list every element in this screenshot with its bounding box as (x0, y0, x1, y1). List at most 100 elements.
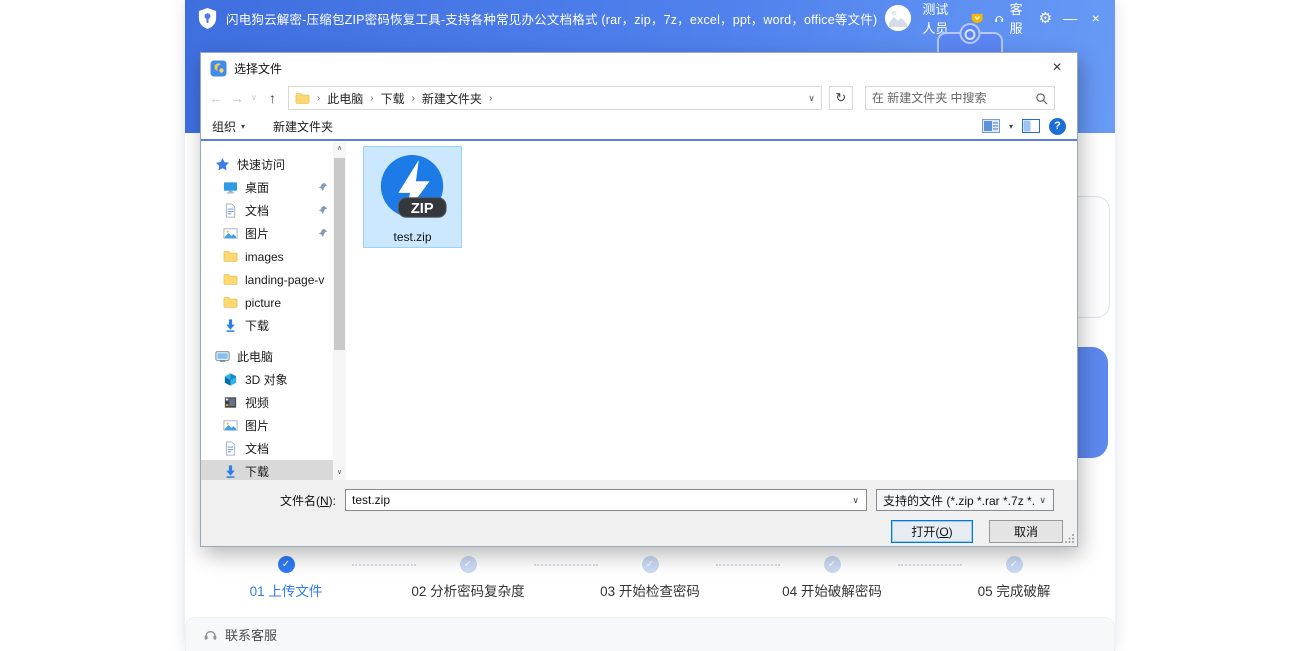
support-button[interactable]: 客服 (994, 0, 1027, 37)
sidebar-item-videos[interactable]: 视频 (201, 391, 333, 414)
filetype-dropdown-chevron-icon: ∨ (1034, 495, 1051, 506)
dialog-app-icon (210, 60, 227, 77)
sidebar-item-3d-objects[interactable]: 3D 对象 (201, 368, 333, 391)
recent-locations-chevron-icon[interactable]: ∨ (251, 94, 257, 102)
help-button[interactable]: ? (1049, 118, 1066, 135)
file-name-label: test.zip (393, 230, 431, 244)
view-dropdown-caret-icon[interactable]: ▾ (1009, 122, 1013, 131)
close-button[interactable]: × (1089, 11, 1103, 25)
step-check-icon: ✓ (278, 556, 295, 573)
scroll-down-icon[interactable]: ∨ (333, 466, 346, 480)
step-check-icon: ✓ (460, 556, 477, 573)
filename-label: 文件名(N): (201, 492, 345, 509)
file-item-test-zip[interactable]: ZIP test.zip (363, 146, 462, 248)
file-list-area[interactable]: ZIP test.zip (346, 142, 1077, 480)
scroll-up-icon[interactable]: ∧ (333, 142, 346, 156)
address-dropdown-chevron-icon[interactable]: ∨ (808, 93, 815, 104)
sidebar-item-pictures[interactable]: 图片 (201, 222, 333, 245)
sidebar-item-images-folder[interactable]: images (201, 245, 333, 268)
step-finish: ✓ 05 完成破解 (923, 556, 1105, 600)
dialog-close-button[interactable]: × (1037, 53, 1077, 83)
filename-dropdown-chevron-icon[interactable]: ∨ (847, 495, 864, 506)
filename-input[interactable] (352, 493, 847, 507)
zip-file-icon: ZIP (376, 152, 450, 228)
scrollbar-thumb[interactable] (334, 158, 345, 350)
sidebar-item-documents[interactable]: 文档 (201, 199, 333, 222)
pin-icon (318, 205, 328, 215)
desktop-icon (223, 180, 238, 195)
address-bar[interactable]: › 此电脑 › 下载 › 新建文件夹 › ∨ (288, 86, 822, 110)
filetype-select[interactable]: 支持的文件 (*.zip *.rar *.7z *.c ∨ (876, 489, 1054, 511)
step-check-icon: ✓ (1006, 556, 1023, 573)
up-arrow-icon[interactable]: ↑ (269, 91, 276, 105)
filetype-value: 支持的文件 (*.zip *.rar *.7z *.c (883, 492, 1034, 509)
sidebar-item-desktop[interactable]: 桌面 (201, 176, 333, 199)
settings-gear-icon[interactable]: ⚙ (1039, 11, 1052, 26)
cancel-button[interactable]: 取消 (989, 520, 1063, 543)
sidebar-item-quick-access[interactable]: 快速访问 (201, 153, 333, 176)
refresh-button[interactable]: ↻ (829, 86, 853, 110)
user-avatar[interactable] (885, 5, 911, 31)
search-icon (1035, 92, 1048, 105)
step-upload-file: ✓ 01 上传文件 (195, 556, 377, 600)
forward-arrow-icon[interactable]: → (230, 91, 244, 105)
picture-icon (223, 226, 238, 241)
step-crack-password: ✓ 04 开始破解密码 (741, 556, 923, 600)
crumb-separator: › (412, 93, 415, 104)
organize-button[interactable]: 组织 ▾ (212, 118, 245, 135)
computer-icon (215, 349, 230, 364)
preview-pane-icon[interactable] (1022, 119, 1040, 133)
dialog-content: 快速访问 桌面 文档 图片 images (201, 142, 1077, 480)
contact-support-label: 联系客服 (225, 625, 277, 644)
pin-icon (318, 182, 328, 192)
star-icon (215, 157, 230, 172)
progress-stepper: ✓ 01 上传文件 ✓ 02 分析密码复杂度 ✓ 03 开始检查密码 ✓ 04 … (195, 556, 1105, 600)
step-check-icon: ✓ (824, 556, 841, 573)
download-arrow-icon (223, 464, 238, 479)
sidebar-item-picture-folder[interactable]: picture (201, 291, 333, 314)
breadcrumb-this-pc[interactable]: 此电脑 (327, 90, 363, 107)
contact-support-bar[interactable]: 联系客服 (185, 617, 1115, 651)
minimize-button[interactable]: — (1063, 11, 1077, 25)
folder-icon (223, 249, 238, 264)
pin-icon (318, 228, 328, 238)
step-check-icon: ✓ (642, 556, 659, 573)
filename-combobox[interactable]: ∨ (345, 489, 867, 511)
download-arrow-icon (223, 318, 238, 333)
search-box[interactable] (865, 86, 1055, 110)
sidebar-scrollbar[interactable]: ∧ ∨ (333, 142, 346, 480)
navigation-pane: 快速访问 桌面 文档 图片 images (201, 142, 333, 480)
sidebar-item-landing-page-folder[interactable]: landing-page-v (201, 268, 333, 291)
sidebar-item-downloads[interactable]: 下载 (201, 314, 333, 337)
headset-icon (203, 627, 218, 642)
open-button[interactable]: 打开(O) (891, 520, 973, 543)
video-icon (223, 395, 238, 410)
crumb-separator: › (317, 93, 320, 104)
support-label: 客服 (1010, 0, 1028, 37)
view-thumbnails-icon[interactable] (982, 119, 1000, 133)
back-arrow-icon[interactable]: ← (209, 91, 223, 105)
dialog-toolbar: 组织 ▾ 新建文件夹 ▾ ? (201, 113, 1077, 141)
refresh-icon: ↻ (835, 90, 846, 106)
file-picker-dialog: 选择文件 × ← → ∨ ↑ › 此电脑 › 下载 › 新建文件夹 › ∨ ↻ (200, 52, 1078, 547)
dialog-bottom-panel: 文件名(N): ∨ 支持的文件 (*.zip *.rar *.7z *.c ∨ … (201, 480, 1077, 546)
sidebar-item-documents-pc[interactable]: 文档 (201, 437, 333, 460)
crumb-separator: › (370, 93, 373, 104)
sidebar-item-pictures-pc[interactable]: 图片 (201, 414, 333, 437)
resize-grip[interactable] (1064, 533, 1075, 544)
breadcrumb-new-folder[interactable]: 新建文件夹 (422, 90, 482, 107)
dialog-titlebar[interactable]: 选择文件 × (201, 53, 1077, 83)
app-title: 闪电狗云解密-压缩包ZIP密码恢复工具-支持各种常见办公文档格式 (rar，zi… (226, 9, 877, 28)
sidebar-item-this-pc[interactable]: 此电脑 (201, 345, 333, 368)
document-icon (223, 203, 238, 218)
folder-icon (295, 92, 310, 105)
search-input[interactable] (872, 91, 1035, 105)
breadcrumb-downloads[interactable]: 下载 (381, 90, 405, 107)
step-check-password: ✓ 03 开始检查密码 (559, 556, 741, 600)
sidebar-item-downloads-pc[interactable]: 下载 (201, 460, 333, 480)
crumb-separator: › (489, 93, 492, 104)
folder-icon (223, 295, 238, 310)
app-shield-logo-icon (197, 7, 218, 30)
dropdown-caret-icon: ▾ (241, 122, 245, 131)
new-folder-button[interactable]: 新建文件夹 (273, 118, 333, 135)
